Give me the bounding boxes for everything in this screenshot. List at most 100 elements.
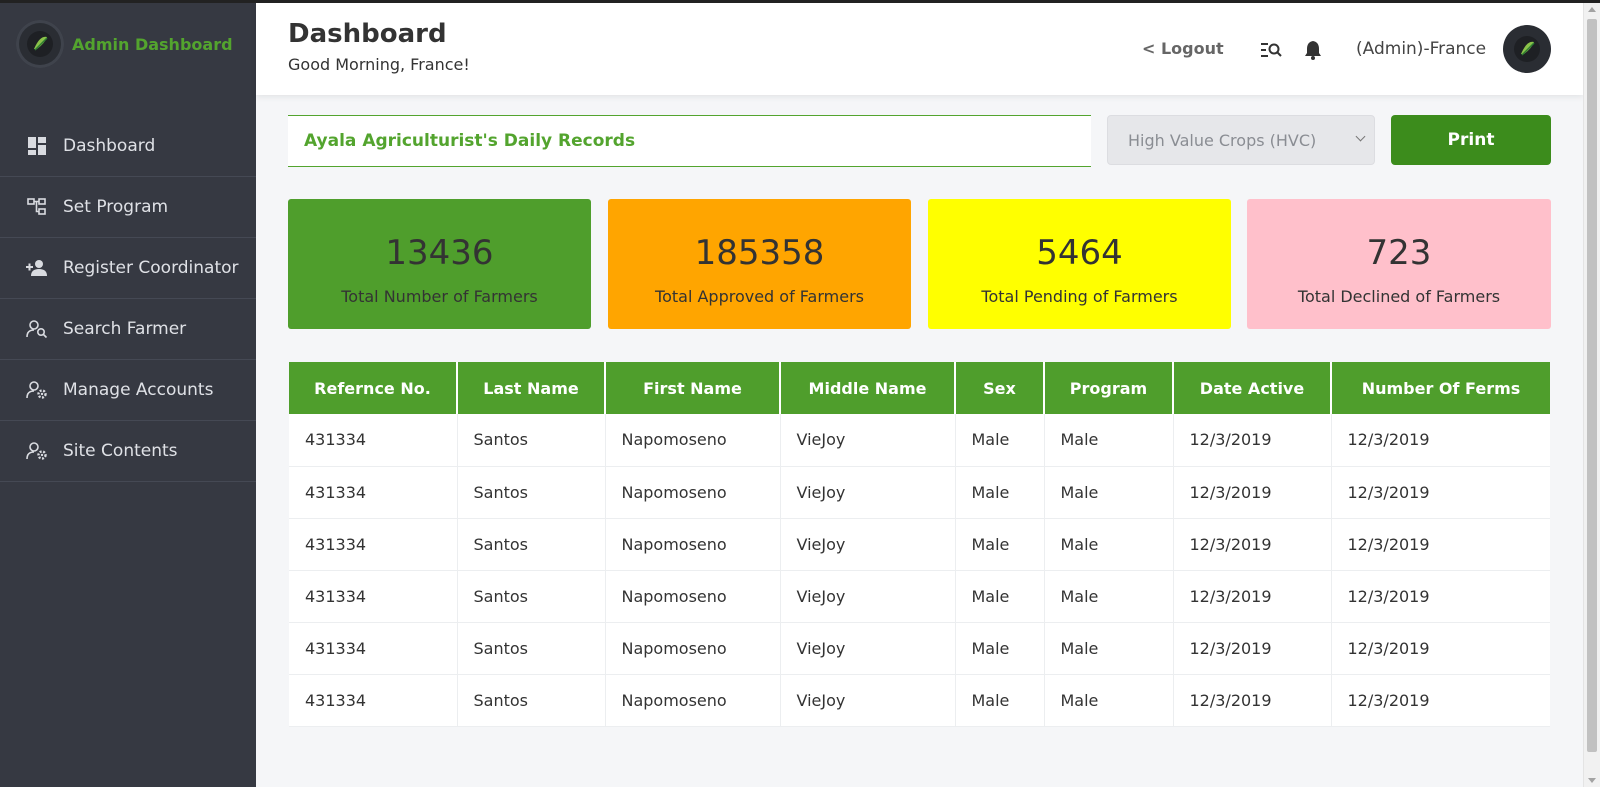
program-select[interactable]: High Value Crops (HVC) xyxy=(1107,115,1375,165)
table-row[interactable]: 431334 Santos Napomoseno VieJoy Male Male 12/3… xyxy=(289,674,1550,727)
table-cell: VieJoy xyxy=(780,570,956,623)
stat-label: Total Declined of Farmers xyxy=(1297,287,1501,306)
column-header[interactable]: Number Of Ferms xyxy=(1331,362,1550,414)
table-cell: 12/3/2019 xyxy=(1331,414,1550,467)
column-header[interactable]: Date Active xyxy=(1173,362,1332,414)
table-cell: Male xyxy=(955,466,1045,519)
table-cell: Male xyxy=(1044,466,1174,519)
user-name[interactable]: (Admin)-France xyxy=(1356,39,1486,59)
table-row[interactable]: 431334 Santos Napomoseno VieJoy Male Male 12/3… xyxy=(289,466,1550,519)
stat-value: 723 xyxy=(1366,233,1432,273)
table-cell: Santos xyxy=(457,466,606,519)
records-title-box: Ayala Agriculturist's Daily Records xyxy=(288,115,1091,167)
table-row[interactable]: 431334 Santos Napomoseno VieJoy Male Male 12/3… xyxy=(289,570,1550,623)
table-cell: 12/3/2019 xyxy=(1173,570,1332,623)
column-header[interactable]: First Name xyxy=(605,362,781,414)
table-cell: Napomoseno xyxy=(605,414,781,467)
table-cell: VieJoy xyxy=(780,518,956,571)
table-cell: 12/3/2019 xyxy=(1173,674,1332,727)
table-cell: 12/3/2019 xyxy=(1173,414,1332,467)
stat-label: Total Approved of Farmers xyxy=(655,287,864,306)
table-cell: VieJoy xyxy=(780,674,956,727)
table-header-row: Refernce No. Last Name First Name Middle… xyxy=(289,362,1550,414)
scrollbar-thumb[interactable] xyxy=(1587,19,1597,752)
table-cell: Santos xyxy=(457,622,606,675)
brand[interactable]: Admin Dashboard xyxy=(0,3,256,85)
program-tree-icon xyxy=(26,196,48,218)
stat-card-approved-farmers: 185358 Total Approved of Farmers xyxy=(608,199,911,329)
stat-value: 5464 xyxy=(1036,233,1123,273)
sidebar-item-register-coordinator[interactable]: Register Coordinator xyxy=(0,238,256,299)
table-cell: Napomoseno xyxy=(605,622,781,675)
sidebar-menu: Dashboard Set Program Register Coordinat… xyxy=(0,116,256,482)
table-cell: 12/3/2019 xyxy=(1331,622,1550,675)
top-header: Dashboard Good Morning, France! < Logout… xyxy=(256,3,1583,95)
sidebar-item-dashboard[interactable]: Dashboard xyxy=(0,116,256,177)
window-top-border xyxy=(0,0,1600,3)
table-cell: 431334 xyxy=(289,674,458,727)
stat-value: 185358 xyxy=(694,233,825,273)
search-list-icon[interactable] xyxy=(1260,39,1282,61)
table-cell: VieJoy xyxy=(780,466,956,519)
table-cell: 12/3/2019 xyxy=(1331,518,1550,571)
brand-logo xyxy=(16,20,64,68)
print-button[interactable]: Print xyxy=(1391,115,1551,165)
user-gear-icon xyxy=(26,440,48,462)
records-title: Ayala Agriculturist's Daily Records xyxy=(304,131,636,151)
sidebar-item-label: Search Farmer xyxy=(63,319,187,339)
table-cell: Male xyxy=(1044,622,1174,675)
scroll-up-arrow-icon[interactable] xyxy=(1588,7,1596,12)
table-cell: 12/3/2019 xyxy=(1331,570,1550,623)
table-cell: 431334 xyxy=(289,414,458,467)
table-cell: Male xyxy=(1044,570,1174,623)
table-cell: 12/3/2019 xyxy=(1173,622,1332,675)
table-cell: Male xyxy=(955,414,1045,467)
sidebar-item-manage-accounts[interactable]: Manage Accounts xyxy=(0,360,256,421)
table-cell: Napomoseno xyxy=(605,674,781,727)
column-header[interactable]: Sex xyxy=(955,362,1045,414)
logout-link[interactable]: < Logout xyxy=(1142,39,1224,58)
sidebar-item-search-farmer[interactable]: Search Farmer xyxy=(0,299,256,360)
stat-card-declined-farmers: 723 Total Declined of Farmers xyxy=(1247,199,1551,329)
column-header[interactable]: Program xyxy=(1044,362,1174,414)
table-cell: 12/3/2019 xyxy=(1173,466,1332,519)
stat-value: 13436 xyxy=(385,233,494,273)
table-cell: 12/3/2019 xyxy=(1331,466,1550,519)
table-cell: VieJoy xyxy=(780,622,956,675)
table-cell: Male xyxy=(1044,518,1174,571)
table-row[interactable]: 431334 Santos Napomoseno VieJoy Male Male 12/3… xyxy=(289,622,1550,675)
table-cell: Male xyxy=(955,674,1045,727)
table-cell: Male xyxy=(955,622,1045,675)
table-cell: 431334 xyxy=(289,570,458,623)
table-cell: Male xyxy=(1044,414,1174,467)
table-cell: 431334 xyxy=(289,518,458,571)
table-cell: 431334 xyxy=(289,466,458,519)
table-cell: 12/3/2019 xyxy=(1173,518,1332,571)
dashboard-icon xyxy=(26,135,48,157)
program-select-value: High Value Crops (HVC) xyxy=(1128,130,1317,150)
table-cell: 12/3/2019 xyxy=(1331,674,1550,727)
table-cell: Napomoseno xyxy=(605,570,781,623)
greeting-text: Good Morning, France! xyxy=(288,55,470,74)
table-cell: Male xyxy=(955,570,1045,623)
table-cell: Santos xyxy=(457,518,606,571)
column-header[interactable]: Last Name xyxy=(457,362,606,414)
sidebar-item-label: Dashboard xyxy=(63,136,156,156)
table-cell: Santos xyxy=(457,674,606,727)
table-cell: Napomoseno xyxy=(605,518,781,571)
sidebar: Admin Dashboard Dashboard Set Program Re… xyxy=(0,3,256,787)
table-row[interactable]: 431334 Santos Napomoseno VieJoy Male Male 12/3… xyxy=(289,414,1550,467)
page-scrollbar[interactable] xyxy=(1583,3,1600,787)
table-cell: VieJoy xyxy=(780,414,956,467)
sidebar-item-set-program[interactable]: Set Program xyxy=(0,177,256,238)
table-row[interactable]: 431334 Santos Napomoseno VieJoy Male Male 12/3… xyxy=(289,518,1550,571)
column-header[interactable]: Refernce No. xyxy=(289,362,458,414)
add-user-icon xyxy=(26,257,48,279)
stat-card-pending-farmers: 5464 Total Pending of Farmers xyxy=(928,199,1231,329)
sidebar-item-site-contents[interactable]: Site Contents xyxy=(0,421,256,482)
page-title: Dashboard xyxy=(288,19,447,49)
avatar[interactable] xyxy=(1503,25,1551,73)
scroll-down-arrow-icon[interactable] xyxy=(1588,778,1596,783)
bell-icon[interactable] xyxy=(1302,39,1324,61)
column-header[interactable]: Middle Name xyxy=(780,362,956,414)
